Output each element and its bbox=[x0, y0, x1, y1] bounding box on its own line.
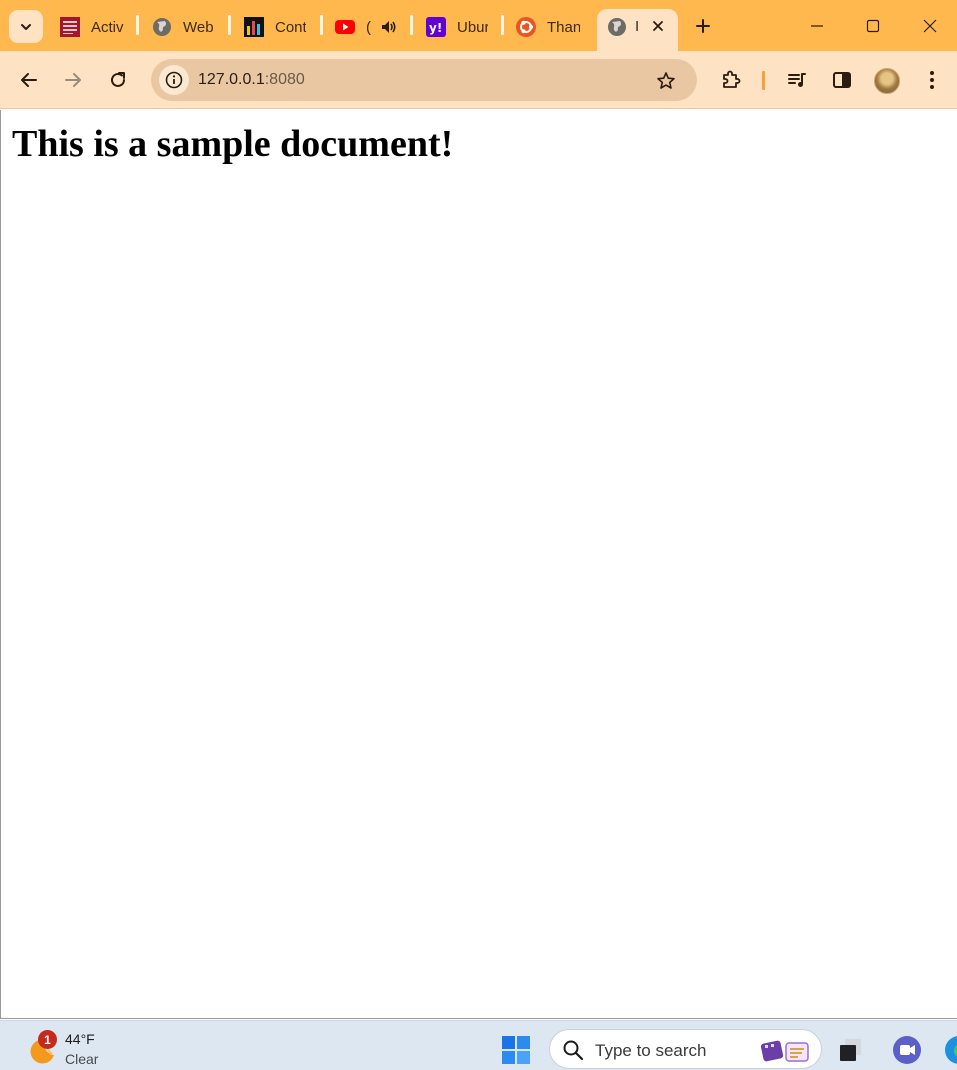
chevron-down-icon bbox=[21, 23, 31, 30]
star-icon bbox=[657, 72, 675, 89]
maximize-icon bbox=[866, 19, 880, 33]
arrow-right-icon bbox=[65, 73, 81, 87]
extensions-button[interactable] bbox=[717, 66, 745, 94]
edge-browser-icon bbox=[945, 1036, 957, 1064]
forward-button[interactable] bbox=[59, 66, 87, 94]
tab-label: I bbox=[635, 18, 640, 35]
side-panel-button[interactable] bbox=[828, 66, 856, 94]
page-heading: This is a sample document! bbox=[12, 123, 454, 165]
bar-chart-app-icon bbox=[244, 17, 264, 37]
ubuntu-icon bbox=[516, 17, 536, 37]
profile-avatar[interactable] bbox=[874, 68, 900, 94]
tab-label: Web bbox=[183, 18, 214, 36]
tab-youtube[interactable]: ( bbox=[335, 10, 401, 44]
search-highlight-art-icon bbox=[760, 1040, 809, 1062]
tab-cont[interactable]: Cont bbox=[244, 10, 306, 44]
address-host: 127.0.0.1 bbox=[198, 71, 265, 88]
browser-toolbar: 127.0.0.1:8080 bbox=[0, 51, 957, 109]
taskbar-app-taskview[interactable] bbox=[834, 1034, 866, 1066]
tab-separator bbox=[410, 15, 413, 35]
tab-separator bbox=[320, 15, 323, 35]
yahoo-icon: y! bbox=[426, 17, 446, 37]
address-text[interactable]: 127.0.0.1:8080 bbox=[198, 71, 305, 89]
tab-ubuntu[interactable]: Than bbox=[516, 10, 580, 44]
tab-search-button[interactable] bbox=[9, 10, 43, 43]
taskbar-search-box[interactable]: Type to search bbox=[549, 1029, 822, 1069]
tab-label: Activ bbox=[91, 18, 124, 36]
windows-taskbar: 1 44°F Clear Type to search bbox=[0, 1020, 957, 1070]
tab-yahoo[interactable]: y! Ubur bbox=[426, 10, 488, 44]
weather-condition: Clear bbox=[65, 1051, 99, 1067]
taskbar-app-meet[interactable] bbox=[891, 1034, 923, 1066]
tab-active[interactable]: I bbox=[597, 9, 678, 51]
close-tab-icon[interactable] bbox=[648, 16, 668, 36]
kebab-menu-icon bbox=[930, 71, 934, 89]
video-call-icon bbox=[893, 1036, 921, 1064]
bookmark-star-button[interactable] bbox=[653, 68, 679, 94]
side-panel-icon bbox=[833, 72, 851, 88]
taskbar-app-edge[interactable] bbox=[943, 1034, 957, 1066]
minimize-button[interactable] bbox=[805, 14, 829, 38]
media-controls-button[interactable] bbox=[783, 66, 811, 94]
tab-label: Than bbox=[547, 18, 580, 36]
windows-start-icon[interactable] bbox=[500, 1034, 532, 1066]
browser-menu-button[interactable] bbox=[918, 66, 946, 94]
reload-button[interactable] bbox=[104, 66, 132, 94]
tab-label: Ubur bbox=[457, 18, 488, 36]
search-placeholder: Type to search bbox=[595, 1041, 707, 1060]
youtube-icon bbox=[335, 17, 355, 37]
task-view-icon bbox=[840, 1039, 861, 1061]
close-icon bbox=[923, 19, 937, 33]
arrow-left-icon bbox=[21, 73, 37, 87]
tab-separator bbox=[228, 15, 231, 35]
tab-label: ( bbox=[366, 18, 371, 36]
globe-icon bbox=[152, 17, 172, 37]
search-icon bbox=[563, 1040, 584, 1061]
maximize-button[interactable] bbox=[861, 14, 885, 38]
toolbar-divider bbox=[762, 71, 765, 90]
tab-activ[interactable]: Activ bbox=[60, 10, 124, 44]
reload-icon bbox=[111, 72, 125, 87]
svg-text:y!: y! bbox=[429, 21, 442, 35]
minimize-icon bbox=[811, 25, 823, 27]
site-info-button[interactable] bbox=[159, 65, 189, 95]
weather-temperature: 44°F bbox=[65, 1031, 95, 1047]
music-queue-icon bbox=[788, 73, 806, 87]
puzzle-icon bbox=[723, 70, 741, 88]
tab-web[interactable]: Web bbox=[152, 10, 214, 44]
page-viewport: This is a sample document! bbox=[0, 110, 957, 1019]
plus-icon bbox=[696, 19, 710, 33]
tab-strip: Activ Web Cont ( y! Ubur Than I bbox=[0, 0, 957, 51]
address-bar[interactable]: 127.0.0.1:8080 bbox=[151, 59, 697, 101]
close-window-button[interactable] bbox=[918, 14, 942, 38]
new-tab-button[interactable] bbox=[691, 14, 715, 38]
globe-icon bbox=[607, 17, 627, 37]
speaker-icon[interactable] bbox=[380, 18, 398, 36]
college-logo-icon bbox=[60, 17, 80, 37]
info-icon bbox=[165, 71, 183, 89]
tab-separator bbox=[501, 15, 504, 35]
notification-badge: 1 bbox=[38, 1030, 57, 1049]
tab-separator bbox=[136, 15, 139, 35]
back-button[interactable] bbox=[15, 66, 43, 94]
address-port: :8080 bbox=[264, 71, 305, 88]
tab-label: Cont bbox=[275, 18, 306, 36]
